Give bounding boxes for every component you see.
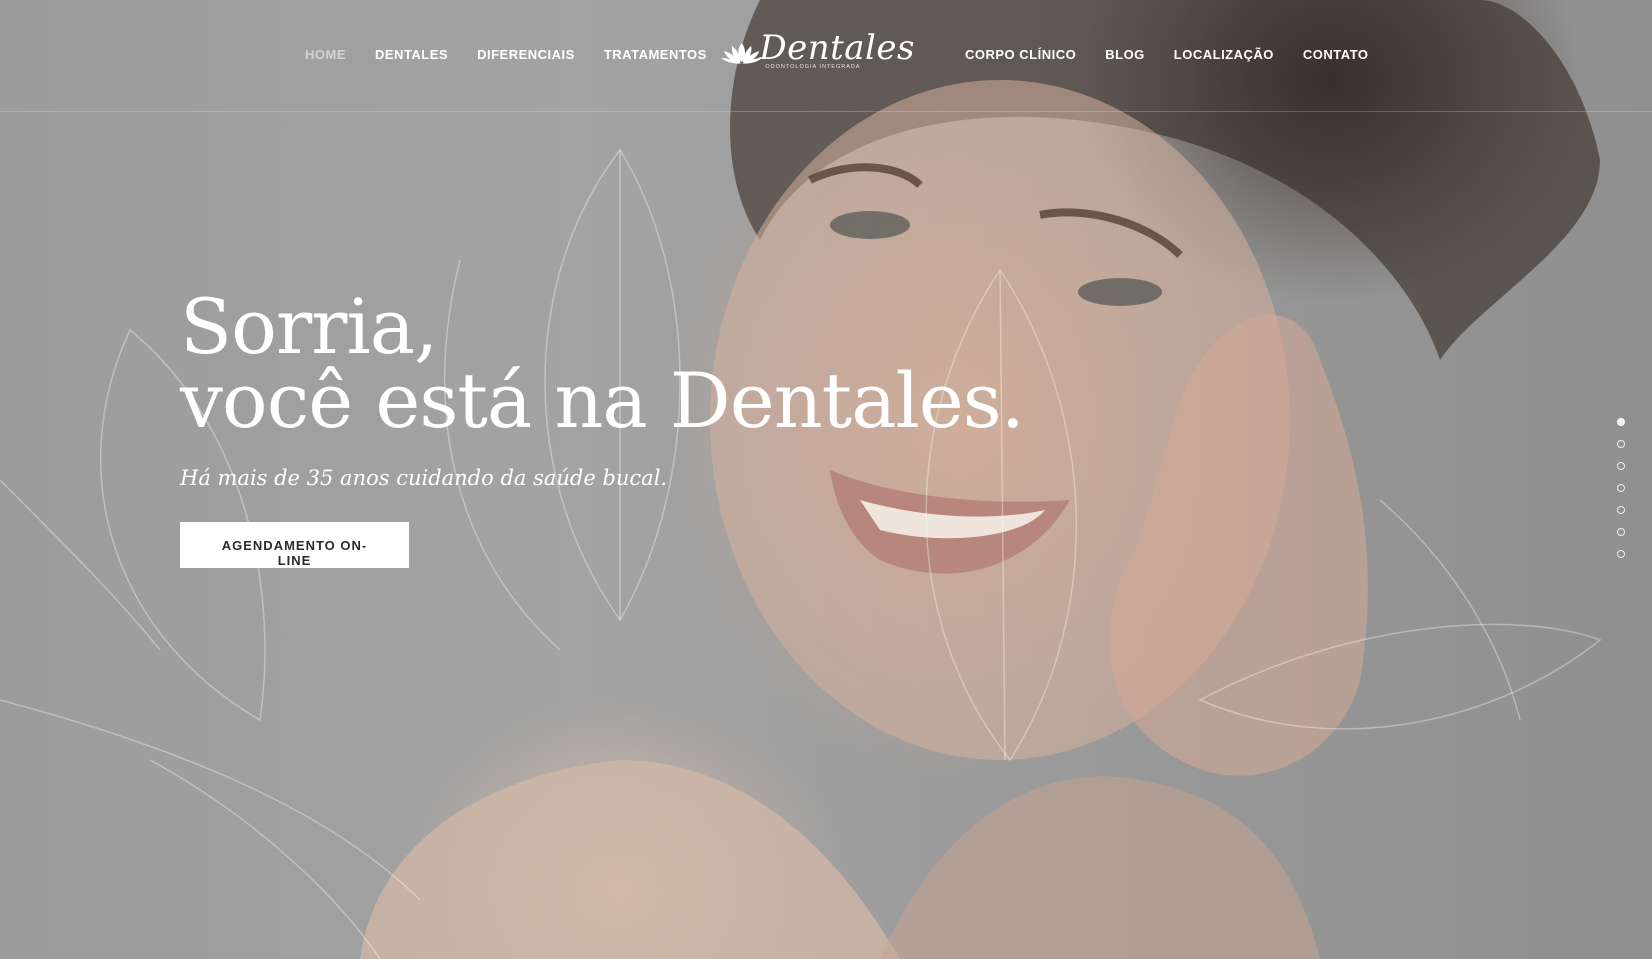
brand-name: Dentales (759, 27, 915, 68)
nav-item-contato[interactable]: CONTATO (1303, 47, 1369, 62)
slide-dot-2[interactable] (1617, 440, 1625, 448)
nav-item-tratamentos[interactable]: TRATAMENTOS (604, 47, 707, 62)
lotus-logo-icon (721, 42, 763, 64)
hero-section: HOME DENTALES DIFERENCIAIS TRATAMENTOS D… (0, 0, 1652, 959)
hero-subheadline: Há mais de 35 anos cuidando da saúde buc… (180, 466, 668, 490)
slide-dot-4[interactable] (1617, 484, 1625, 492)
slide-dot-3[interactable] (1617, 462, 1625, 470)
hero-content: Sorria, você está na Dentales. Há mais d… (180, 282, 1025, 570)
hero-headline-line-2: você está na Dentales. (180, 356, 1025, 445)
brand-text: Dentales ODONTOLOGIA INTEGRADA (759, 31, 915, 70)
nav-left: HOME DENTALES DIFERENCIAIS TRATAMENTOS (305, 47, 707, 62)
nav-item-corpo-clinico[interactable]: CORPO CLÍNICO (965, 47, 1076, 62)
slider-pagination (1617, 418, 1625, 572)
slide-dot-5[interactable] (1617, 506, 1625, 514)
nav-item-home[interactable]: HOME (305, 47, 346, 62)
nav-item-dentales[interactable]: DENTALES (375, 47, 448, 62)
brand-logo-link[interactable]: Dentales ODONTOLOGIA INTEGRADA (720, 28, 915, 78)
nav-item-localizacao[interactable]: LOCALIZAÇÃO (1174, 47, 1274, 62)
nav-item-diferenciais[interactable]: DIFERENCIAIS (477, 47, 575, 62)
schedule-online-button[interactable]: AGENDAMENTO ON-LINE (180, 522, 409, 568)
nav-right: CORPO CLÍNICO BLOG LOCALIZAÇÃO CONTATO (965, 47, 1369, 62)
hero-headline-line-1: Sorria, (180, 282, 438, 371)
slide-dot-1[interactable] (1617, 418, 1625, 426)
top-navigation-bar: HOME DENTALES DIFERENCIAIS TRATAMENTOS D… (0, 0, 1652, 112)
slide-dot-7[interactable] (1617, 550, 1625, 558)
nav-item-blog[interactable]: BLOG (1105, 47, 1145, 62)
hero-headline: Sorria, você está na Dentales. (180, 282, 1025, 445)
slide-dot-6[interactable] (1617, 528, 1625, 536)
